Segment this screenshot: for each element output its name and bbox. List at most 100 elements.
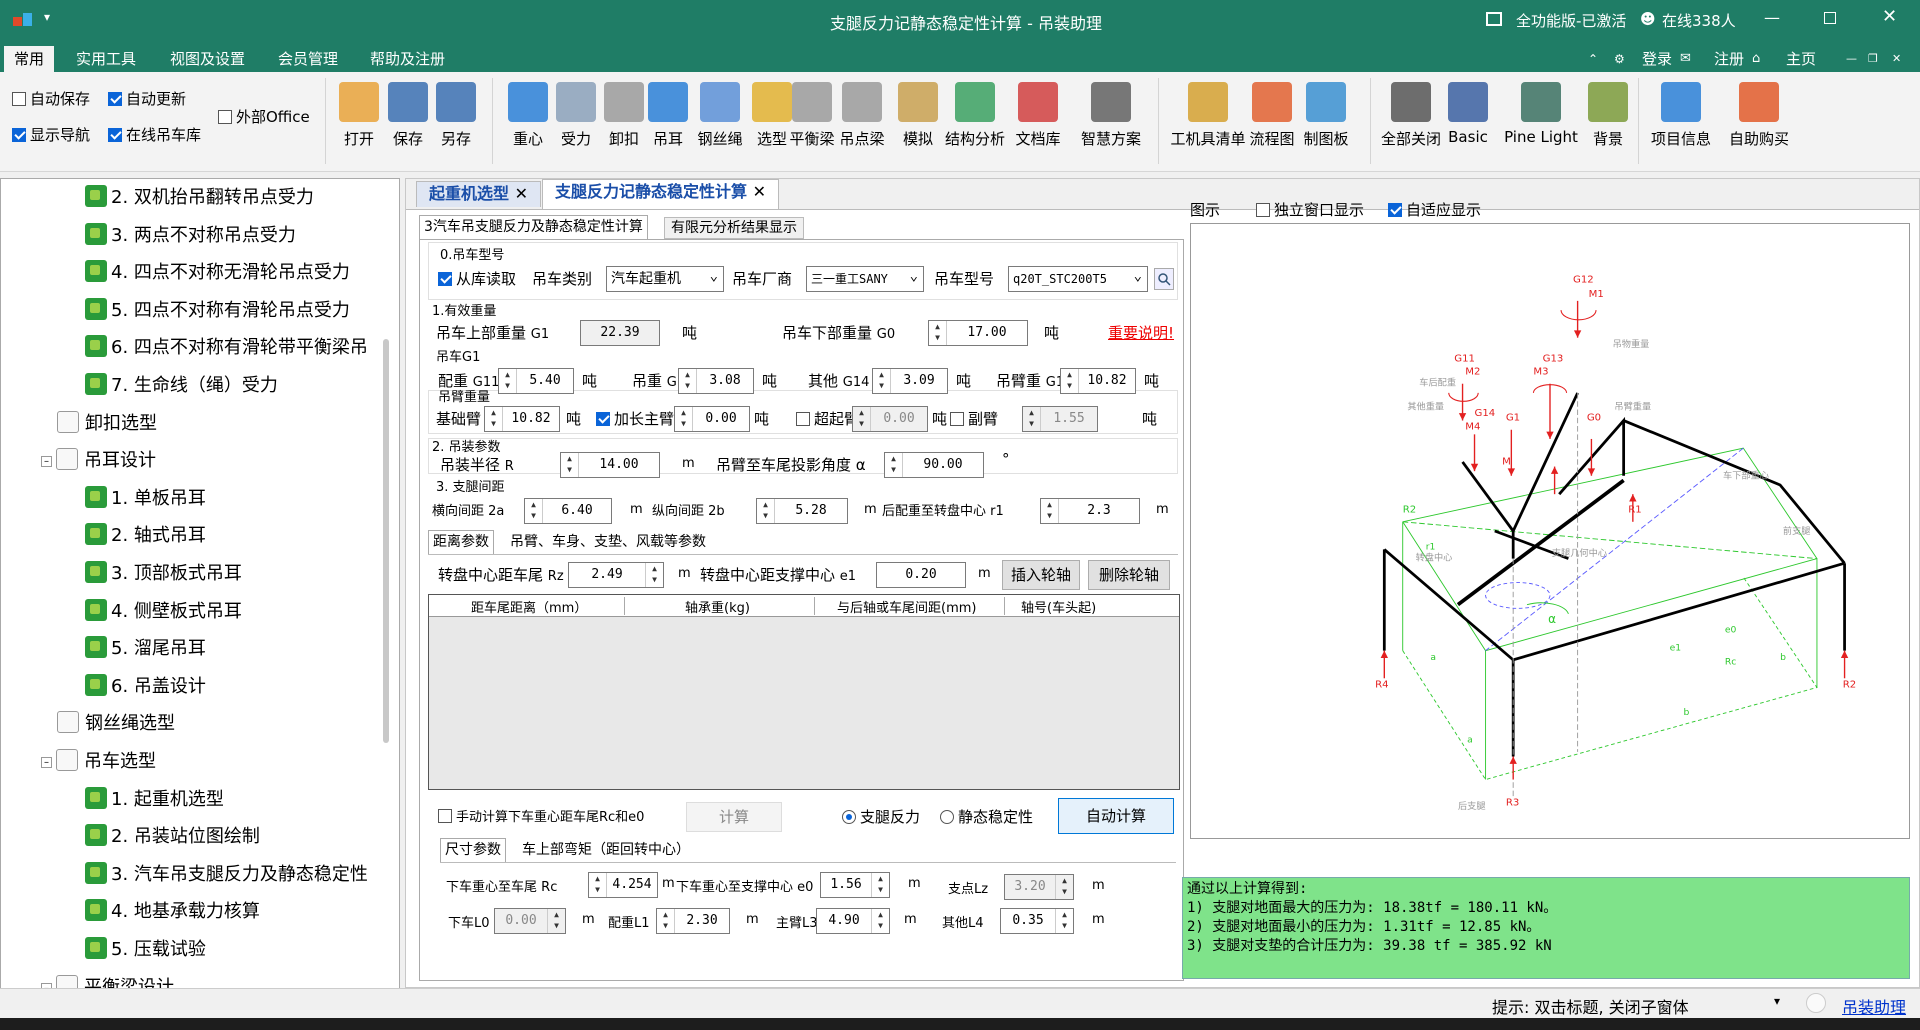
- tree-item[interactable]: 2. 双机抬吊翻转吊点受力: [85, 183, 314, 213]
- external-office-checkbox[interactable]: [218, 110, 232, 124]
- tree-item[interactable]: – 吊车选型: [41, 747, 156, 777]
- standalone-option[interactable]: 独立窗口显示: [1256, 199, 1364, 220]
- show-nav-checkbox[interactable]: [12, 128, 26, 142]
- autoupdate-option[interactable]: 自动更新: [108, 88, 186, 109]
- ribbon-button-tools-2[interactable]: 制图板: [1298, 80, 1354, 160]
- tab-size-params[interactable]: 尺寸参数: [440, 838, 506, 862]
- spinner-icon[interactable]: ▲ ▼: [589, 873, 607, 897]
- tree-scrollbar[interactable]: [383, 339, 389, 743]
- tree-item[interactable]: 5. 溜尾吊耳: [85, 634, 206, 664]
- spinner-icon[interactable]: ▲ ▼: [871, 873, 889, 897]
- lower-weight-input[interactable]: ▲ ▼ 17.00: [928, 320, 1028, 346]
- ribbon-button-file-2[interactable]: 另存: [428, 80, 484, 160]
- boom-jib-checkbox[interactable]: [950, 412, 964, 426]
- tree-item[interactable]: 3. 汽车吊支腿反力及静态稳定性: [85, 860, 368, 890]
- force-radio-icon[interactable]: [842, 810, 856, 824]
- spinner-icon[interactable]: ▲ ▼: [525, 499, 543, 523]
- boom-ext-label[interactable]: 加长主臂: [596, 408, 674, 429]
- other-weight-input[interactable]: ▲ ▼ 3.09: [872, 368, 948, 394]
- crane-type-select[interactable]: 汽车起重机: [606, 264, 724, 292]
- rc-input[interactable]: ▲ ▼ 4.254: [588, 872, 658, 898]
- spinner-icon[interactable]: ▲ ▼: [561, 453, 579, 477]
- ribbon-button-tools-1[interactable]: 流程图: [1244, 80, 1300, 160]
- spinner-icon[interactable]: ▲ ▼: [757, 499, 775, 523]
- arm-weight-input[interactable]: ▲ ▼ 10.82: [1060, 368, 1136, 394]
- status-dropdown-icon[interactable]: ▾: [1774, 994, 1780, 1008]
- collapse-toggle-icon[interactable]: –: [41, 757, 52, 768]
- menu-tools[interactable]: 实用工具: [66, 46, 146, 72]
- show-nav-option[interactable]: 显示导航: [12, 124, 90, 145]
- ribbon-button-tools-0[interactable]: 工机具清单: [1166, 80, 1250, 160]
- spinner-icon[interactable]: ▲ ▼: [675, 407, 693, 431]
- menu-common[interactable]: 常用: [4, 46, 55, 72]
- brand-link[interactable]: 吊装助理: [1842, 994, 1906, 1018]
- spinner-icon[interactable]: ▲ ▼: [485, 407, 503, 431]
- boom-base-input[interactable]: ▲ ▼ 10.82: [484, 406, 560, 432]
- menu-view-settings[interactable]: 视图及设置: [160, 46, 255, 72]
- close-icon[interactable]: ✕: [1882, 6, 1897, 27]
- force-radio[interactable]: 支腿反力: [842, 806, 920, 827]
- adaptive-option[interactable]: 自适应显示: [1388, 199, 1481, 220]
- spinner-icon[interactable]: ▲ ▼: [1061, 369, 1079, 393]
- ribbon-button-calc-9[interactable]: 结构分析: [940, 80, 1010, 160]
- mdi-close-icon[interactable]: ✕: [1882, 46, 1911, 72]
- spinner-icon[interactable]: ▲ ▼: [1055, 909, 1073, 933]
- minimize-icon[interactable]: —: [1764, 8, 1780, 27]
- tree-item[interactable]: 2. 吊装站位图绘制: [85, 822, 260, 852]
- restore-icon[interactable]: [1824, 12, 1836, 24]
- spinner-icon[interactable]: ▲ ▼: [873, 369, 891, 393]
- insert-axle-button[interactable]: 插入轮轴: [1002, 560, 1080, 590]
- e1-input[interactable]: 0.20: [876, 562, 966, 588]
- e0-input[interactable]: 1.56 ▲ ▼: [820, 872, 890, 898]
- tree-item[interactable]: 3. 两点不对称吊点受力: [85, 221, 296, 251]
- ribbon-button-info-1[interactable]: 自助购买: [1722, 80, 1796, 160]
- boom-super-checkbox[interactable]: [796, 412, 810, 426]
- quick-access-dropdown-icon[interactable]: ▾: [44, 10, 50, 24]
- from-lib-checkbox[interactable]: [438, 272, 452, 286]
- tree-item[interactable]: 1. 单板吊耳: [85, 484, 206, 514]
- rz-input[interactable]: 2.49 ▲ ▼: [568, 562, 664, 588]
- spinner-icon[interactable]: ▲ ▼: [1041, 499, 1059, 523]
- ribbon-button-calc-7[interactable]: 吊点梁: [834, 80, 890, 160]
- ribbon-button-calc-6[interactable]: 平衡梁: [784, 80, 840, 160]
- spinner-icon[interactable]: ▲ ▼: [679, 369, 697, 393]
- l4-input[interactable]: 0.35 ▲ ▼: [1000, 908, 1074, 934]
- l1-input[interactable]: ▲ ▼ 2.30: [656, 908, 730, 934]
- ribbon-button-calc-10[interactable]: 文档库: [1010, 80, 1066, 160]
- external-office-option[interactable]: 外部Office: [218, 106, 310, 127]
- tab-crane-selection[interactable]: 起重机选型 ✕: [416, 181, 541, 207]
- model-search-icon[interactable]: [1154, 268, 1174, 290]
- maker-select[interactable]: 三一重工SANY: [806, 264, 924, 292]
- l3-input[interactable]: 4.90 ▲ ▼: [816, 908, 890, 934]
- close-tab-icon[interactable]: ✕: [515, 184, 528, 203]
- tree-item[interactable]: 钢丝绳选型: [57, 709, 175, 739]
- ribbon-button-file-0[interactable]: 打开: [331, 80, 387, 160]
- hook-weight-input[interactable]: ▲ ▼ 3.08: [678, 368, 754, 394]
- close-tab-icon[interactable]: ✕: [753, 182, 766, 201]
- adaptive-checkbox[interactable]: [1388, 203, 1402, 217]
- online-crane-option[interactable]: 在线吊车库: [108, 124, 201, 145]
- boom-super-label[interactable]: 超起臂: [796, 408, 859, 429]
- manual-calc-option[interactable]: 手动计算下车重心距车尾Rc和e0: [438, 806, 644, 825]
- tree-item[interactable]: 4. 地基承载力核算: [85, 897, 260, 927]
- ribbon-button-view-2[interactable]: Pine Light: [1498, 80, 1584, 160]
- calc-button[interactable]: 计算: [686, 802, 782, 832]
- tab-outrigger-calc[interactable]: 支腿反力记静态稳定性计算 ✕: [542, 179, 779, 209]
- app-logo-icon[interactable]: [12, 9, 34, 29]
- boom-ext-checkbox[interactable]: [596, 412, 610, 426]
- tree-item[interactable]: 4. 侧壁板式吊耳: [85, 597, 242, 627]
- autosave-option[interactable]: 自动保存: [12, 88, 90, 109]
- ribbon-button-calc-8[interactable]: 模拟: [890, 80, 946, 160]
- tree-item[interactable]: 1. 起重机选型: [85, 785, 224, 815]
- tree-item[interactable]: 4. 四点不对称无滑轮吊点受力: [85, 258, 350, 288]
- online-crane-checkbox[interactable]: [108, 128, 122, 142]
- tree-item[interactable]: 7. 生命线（绳）受力: [85, 371, 278, 401]
- ribbon-button-view-3[interactable]: 背景: [1580, 80, 1636, 160]
- ribbon-button-view-1[interactable]: Basic: [1440, 80, 1496, 160]
- angle-input[interactable]: ▲ ▼ 90.00: [884, 452, 984, 478]
- spinner-icon[interactable]: ▲ ▼: [871, 909, 889, 933]
- stability-radio[interactable]: 静态稳定性: [940, 806, 1033, 827]
- collapse-toggle-icon[interactable]: –: [41, 456, 52, 468]
- spinner-icon[interactable]: ▲ ▼: [929, 321, 947, 345]
- ribbon-button-info-0[interactable]: 项目信息: [1644, 80, 1718, 160]
